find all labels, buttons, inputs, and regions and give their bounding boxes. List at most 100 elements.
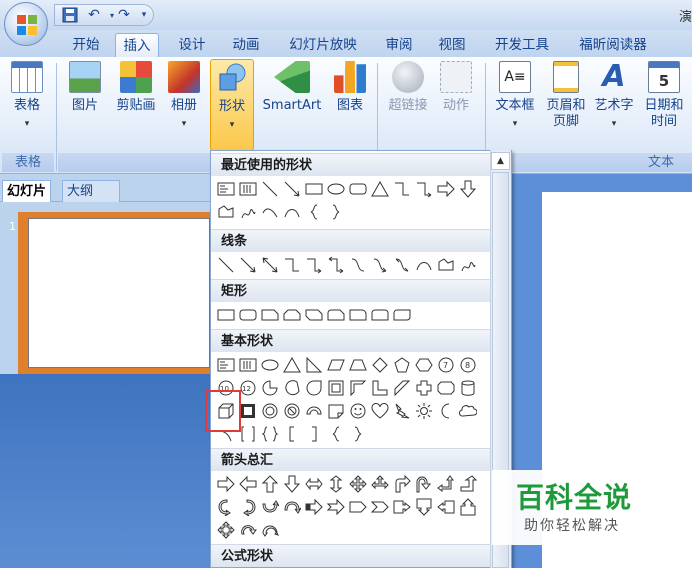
diagonal-stripe-shape-icon[interactable] — [391, 377, 412, 398]
right-arrow-shape-icon[interactable] — [215, 473, 236, 494]
circular-arrow-shape-icon[interactable] — [237, 519, 258, 540]
redo-icon[interactable]: ↷ — [115, 7, 133, 24]
right-brace-shape-icon[interactable] — [325, 201, 346, 222]
vertical-textbox-shape-icon[interactable] — [237, 178, 258, 199]
right-arrow-callout-shape-icon[interactable] — [391, 496, 412, 517]
header-footer-button[interactable]: 页眉和 页脚 — [541, 61, 591, 130]
slide-thumbnail[interactable] — [28, 218, 210, 368]
double-arrow-line-shape-icon[interactable] — [259, 254, 280, 275]
u-turn-arrow-shape-icon[interactable] — [413, 473, 434, 494]
parallelogram-shape-icon[interactable] — [325, 354, 346, 375]
tab-design[interactable]: 设计 — [172, 33, 212, 57]
triangle-shape-icon[interactable] — [281, 354, 302, 375]
vertical-textbox-shape-icon[interactable] — [237, 354, 258, 375]
freeform-shape-icon[interactable] — [215, 201, 236, 222]
customize-qat-icon[interactable]: ▾ — [135, 7, 153, 24]
right-arrow-shape-icon[interactable] — [435, 178, 456, 199]
tab-review[interactable]: 审阅 — [380, 33, 418, 57]
oval-shape-icon[interactable] — [325, 178, 346, 199]
snip-round-rectangle-shape-icon[interactable] — [325, 304, 346, 325]
block-arc-shape-icon[interactable] — [303, 400, 324, 421]
lightning-bolt-shape-icon[interactable] — [391, 400, 412, 421]
donut-shape-icon[interactable] — [259, 400, 280, 421]
tab-foxit-reader[interactable]: 福昕阅读器 — [570, 33, 656, 57]
snip-same-side-rectangle-shape-icon[interactable] — [281, 304, 302, 325]
datetime-button[interactable]: 5 日期和 时间 — [639, 61, 689, 130]
l-shape-icon[interactable] — [369, 377, 390, 398]
double-brace-shape-icon[interactable] — [259, 423, 280, 444]
action-button[interactable]: 动作 — [438, 61, 474, 114]
folded-corner-shape-icon[interactable] — [325, 400, 346, 421]
rectangle-shape-icon[interactable] — [303, 178, 324, 199]
up-arrow-callout-shape-icon[interactable] — [457, 496, 478, 517]
chart-button[interactable]: 图表 — [332, 61, 368, 114]
pie-shape-icon[interactable] — [259, 377, 280, 398]
rectangle-shape-icon[interactable] — [215, 304, 236, 325]
rounded-rectangle-shape-icon[interactable] — [347, 178, 368, 199]
circular-arrow-loop-shape-icon[interactable] — [259, 519, 280, 540]
half-frame-shape-icon[interactable] — [347, 377, 368, 398]
arc-shape-icon[interactable] — [281, 201, 302, 222]
hyperlink-button[interactable]: 超链接 — [385, 61, 431, 114]
wordart-button[interactable]: A 艺术字 ▾ — [590, 61, 638, 132]
chevron-shape-icon[interactable] — [369, 496, 390, 517]
moon-shape-icon[interactable] — [435, 400, 456, 421]
pentagon-shape-icon[interactable] — [391, 354, 412, 375]
bent-arrow-shape-icon[interactable] — [391, 473, 412, 494]
quad-arrow-shape-icon[interactable] — [347, 473, 368, 494]
plus-shape-icon[interactable] — [413, 377, 434, 398]
tab-developer[interactable]: 开发工具 — [489, 33, 555, 57]
heptagon-shape-icon[interactable]: 7 — [435, 354, 456, 375]
textbox-shape-icon[interactable] — [215, 354, 236, 375]
can-shape-icon[interactable] — [457, 377, 478, 398]
curved-down-arrow-shape-icon[interactable] — [281, 496, 302, 517]
scribble-shape-icon[interactable] — [457, 254, 478, 275]
photo-album-button[interactable]: 相册 ▾ — [166, 61, 202, 132]
down-arrow-shape-icon[interactable] — [457, 178, 478, 199]
cloud-shape-icon[interactable] — [457, 400, 478, 421]
trapezoid-shape-icon[interactable] — [347, 354, 368, 375]
office-button[interactable] — [4, 2, 48, 46]
scroll-up-icon[interactable]: ▲ — [491, 152, 510, 170]
arrow-line-shape-icon[interactable] — [281, 178, 302, 199]
left-arrow-shape-icon[interactable] — [237, 473, 258, 494]
shapes-button[interactable]: 形状 ▾ — [210, 59, 254, 151]
striped-right-arrow-shape-icon[interactable] — [303, 496, 324, 517]
curved-double-arrow-connector-shape-icon[interactable] — [391, 254, 412, 275]
plaque-shape-icon[interactable] — [435, 377, 456, 398]
round-single-corner-rectangle-shape-icon[interactable] — [347, 304, 368, 325]
curved-left-arrow-shape-icon[interactable] — [237, 496, 258, 517]
left-right-arrow-shape-icon[interactable] — [303, 473, 324, 494]
tab-insert[interactable]: 插入 — [115, 33, 159, 57]
line-shape-icon[interactable] — [259, 178, 280, 199]
left-up-arrow-shape-icon[interactable] — [435, 473, 456, 494]
triangle-shape-icon[interactable] — [369, 178, 390, 199]
curve-shape-icon[interactable] — [259, 201, 280, 222]
right-triangle-shape-icon[interactable] — [303, 354, 324, 375]
tab-view[interactable]: 视图 — [432, 33, 472, 57]
hexagon-shape-icon[interactable] — [413, 354, 434, 375]
line-shape-icon[interactable] — [215, 254, 236, 275]
tab-slideshow[interactable]: 幻灯片放映 — [281, 33, 365, 57]
frame-shape-icon[interactable] — [325, 377, 346, 398]
diamond-shape-icon[interactable] — [369, 354, 390, 375]
clipart-button[interactable]: 剪贴画 — [112, 61, 160, 114]
tab-home[interactable]: 开始 — [66, 33, 106, 57]
down-arrow-callout-shape-icon[interactable] — [413, 496, 434, 517]
left-right-up-arrow-shape-icon[interactable] — [369, 473, 390, 494]
tab-outline[interactable]: 大纲 — [62, 180, 120, 202]
sun-shape-icon[interactable] — [413, 400, 434, 421]
left-arrow-callout-shape-icon[interactable] — [435, 496, 456, 517]
round-same-side-rectangle-shape-icon[interactable] — [369, 304, 390, 325]
curved-connector-shape-icon[interactable] — [347, 254, 368, 275]
textbox-button[interactable]: A≡ 文本框 ▾ — [491, 61, 539, 132]
curved-arrow-connector-shape-icon[interactable] — [369, 254, 390, 275]
left-brace-shape-icon[interactable] — [325, 423, 346, 444]
curve-shape-icon[interactable] — [413, 254, 434, 275]
left-bracket-shape-icon[interactable] — [281, 423, 302, 444]
textbox-shape-icon[interactable] — [215, 178, 236, 199]
elbow-double-arrow-connector-shape-icon[interactable] — [325, 254, 346, 275]
freeform-shape-icon[interactable] — [435, 254, 456, 275]
bent-up-arrow-shape-icon[interactable] — [457, 473, 478, 494]
rounded-rectangle-shape-icon[interactable] — [237, 304, 258, 325]
